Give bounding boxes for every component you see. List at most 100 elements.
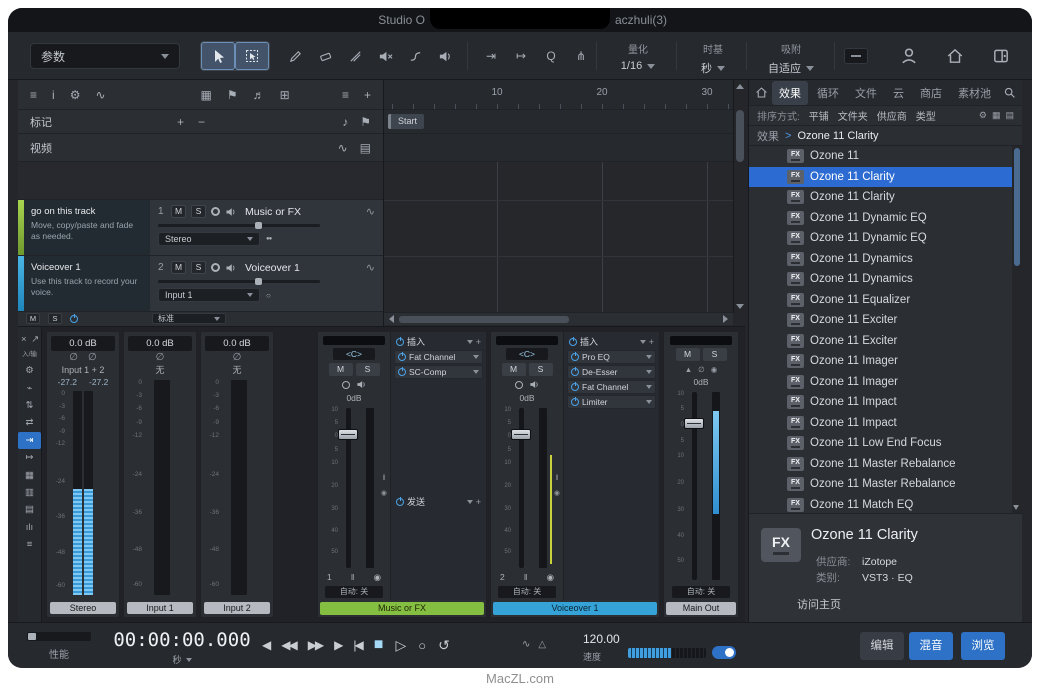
note-icon[interactable]: ♪	[342, 115, 348, 129]
browser-item[interactable]: FX Ozone 11 Imager	[749, 372, 1012, 393]
phase-icon[interactable]: ∅	[233, 352, 242, 363]
monitor-button[interactable]	[225, 262, 237, 274]
channel-name[interactable]: Input 1	[127, 602, 193, 614]
browser-tab[interactable]: 循环	[810, 81, 846, 105]
phase-icon[interactable]: ∅	[698, 365, 705, 374]
timebase-setting[interactable]: 时基 秒	[684, 41, 742, 76]
sort-option[interactable]: 供应商	[877, 108, 907, 123]
channel-strip-musicfx[interactable]: <C> M S 0dB 105051020304050	[317, 331, 487, 618]
mixer-tool-icon[interactable]: ⌁	[18, 380, 41, 397]
mixer-tool-icon[interactable]: ↦	[18, 449, 41, 466]
browser-item[interactable]: FX Ozone 11 Master Rebalance	[749, 454, 1012, 475]
solo-button[interactable]: S	[703, 348, 727, 361]
scroll-right-icon[interactable]	[723, 315, 728, 323]
panel-layout-icon[interactable]: ▦	[992, 110, 1001, 121]
pan-knob-icon[interactable]: ◉	[381, 489, 387, 497]
io-dropdown[interactable]: Input 1	[158, 288, 260, 302]
caret-down-icon[interactable]	[646, 400, 652, 404]
browser-item[interactable]: FX Ozone 11	[749, 146, 1012, 167]
browser-item[interactable]: FX Ozone 11 Impact	[749, 392, 1012, 413]
pan-knob-icon[interactable]: ◉	[554, 489, 560, 497]
caret-down-icon[interactable]	[467, 340, 473, 344]
track-list-icon[interactable]: ≡	[30, 88, 37, 102]
insert-slot[interactable]: SC-Comp	[394, 365, 483, 379]
solo-button[interactable]: S	[191, 205, 206, 218]
browser-item[interactable]: FX Ozone 11 Exciter	[749, 310, 1012, 331]
notes-icon[interactable]: ♬	[253, 88, 265, 102]
channel-name[interactable]: Stereo	[50, 602, 116, 614]
solo-button[interactable]: S	[356, 363, 380, 376]
channel-name[interactable]: Input 2	[204, 602, 270, 614]
split-tool-button[interactable]	[340, 41, 370, 71]
preroll-icon[interactable]: ∿	[522, 639, 530, 650]
scroll-up-icon[interactable]	[736, 84, 744, 89]
meter-mode-icon[interactable]: ‖	[351, 572, 355, 582]
fader-handle[interactable]	[338, 429, 358, 440]
browser-item[interactable]: FX Ozone 11 Clarity	[749, 167, 1012, 188]
insert-slot[interactable]: De-Esser	[567, 365, 656, 379]
mixer-tool-icon[interactable]: ⚙	[18, 362, 41, 379]
homepage-link[interactable]: 访问主页	[797, 596, 841, 612]
mixer-tool-icon[interactable]: ⇅	[18, 397, 41, 414]
automation-mode-button[interactable]: 自动: 关	[672, 586, 730, 598]
mono-icon[interactable]: ▲	[685, 365, 692, 374]
solo-all-button[interactable]: S	[48, 313, 62, 324]
automation-mode-button[interactable]: 自动: 关	[325, 586, 383, 598]
add-track-icon[interactable]: +	[364, 88, 371, 102]
power-icon[interactable]	[398, 353, 406, 361]
gain-display[interactable]: 0.0 dB	[128, 336, 192, 351]
power-icon[interactable]	[396, 498, 404, 506]
output-toggle[interactable]	[712, 646, 736, 659]
bend-tool-button[interactable]	[400, 41, 430, 71]
width-icon[interactable]: ‖	[555, 475, 558, 482]
channel-name[interactable]: Voiceover 1	[493, 602, 657, 615]
channel-name[interactable]: Main Out	[666, 602, 736, 615]
search-icon[interactable]	[1003, 86, 1016, 99]
insert-slot[interactable]: Limiter	[567, 395, 656, 409]
power-icon[interactable]	[398, 368, 406, 376]
range-tool-button[interactable]	[235, 42, 269, 70]
scrollbar-thumb[interactable]	[1014, 148, 1020, 266]
mixer-tool-icon[interactable]: 入/输	[18, 348, 41, 362]
mute-button[interactable]: M	[171, 205, 186, 218]
mixer-tool-icon[interactable]: ↗	[30, 331, 42, 348]
vertical-scrollbar[interactable]	[733, 80, 745, 313]
record-arm-button[interactable]	[211, 207, 220, 216]
track-name[interactable]: Voiceover 1	[245, 262, 300, 274]
browser-tab[interactable]: 效果	[772, 81, 808, 105]
add-grid-icon[interactable]: ⊞	[280, 88, 290, 102]
power-icon[interactable]	[571, 383, 579, 391]
input-source[interactable]: 无	[232, 364, 241, 377]
play-button[interactable]: ▷	[395, 637, 406, 654]
volume-slider[interactable]	[158, 224, 320, 227]
stop-button[interactable]: ■	[374, 636, 384, 654]
record-arm-button[interactable]	[211, 263, 220, 272]
caret-down-icon[interactable]	[646, 385, 652, 389]
insert-slot[interactable]: Fat Channel	[394, 350, 483, 364]
mute-button[interactable]: M	[502, 363, 526, 376]
caret-down-icon[interactable]	[646, 355, 652, 359]
browser-tab[interactable]: 商店	[913, 81, 949, 105]
browser-tab[interactable]: 文件	[848, 81, 884, 105]
scroll-down-icon[interactable]	[1013, 505, 1019, 510]
user-profile-icon[interactable]	[898, 45, 920, 67]
power-icon[interactable]	[396, 338, 404, 346]
power-icon[interactable]	[571, 353, 579, 361]
add-insert-button[interactable]: +	[649, 337, 654, 347]
fader-handle[interactable]	[511, 429, 531, 440]
stereo-pan-icon[interactable]: ●●	[266, 236, 271, 242]
pan-display[interactable]: <C>	[333, 348, 375, 360]
mono-icon[interactable]: ○	[266, 291, 270, 300]
mixer-tool-icon[interactable]: ⇄	[18, 414, 41, 431]
mute-button[interactable]: M	[676, 348, 700, 361]
arrange-grid[interactable]	[384, 162, 733, 312]
mixer-tool-icon[interactable]: ▥	[18, 484, 41, 501]
slider-handle[interactable]	[255, 278, 262, 285]
mix-view-button[interactable]: 混音	[909, 632, 953, 660]
insert-slot[interactable]: Pro EQ	[567, 350, 656, 364]
power-icon[interactable]	[569, 338, 577, 346]
mute-all-button[interactable]: M	[26, 313, 40, 324]
prev-marker-button[interactable]: ◀	[262, 638, 269, 652]
edit-view-button[interactable]: 编辑	[860, 632, 904, 660]
inspector-icon[interactable]: i	[52, 88, 55, 102]
